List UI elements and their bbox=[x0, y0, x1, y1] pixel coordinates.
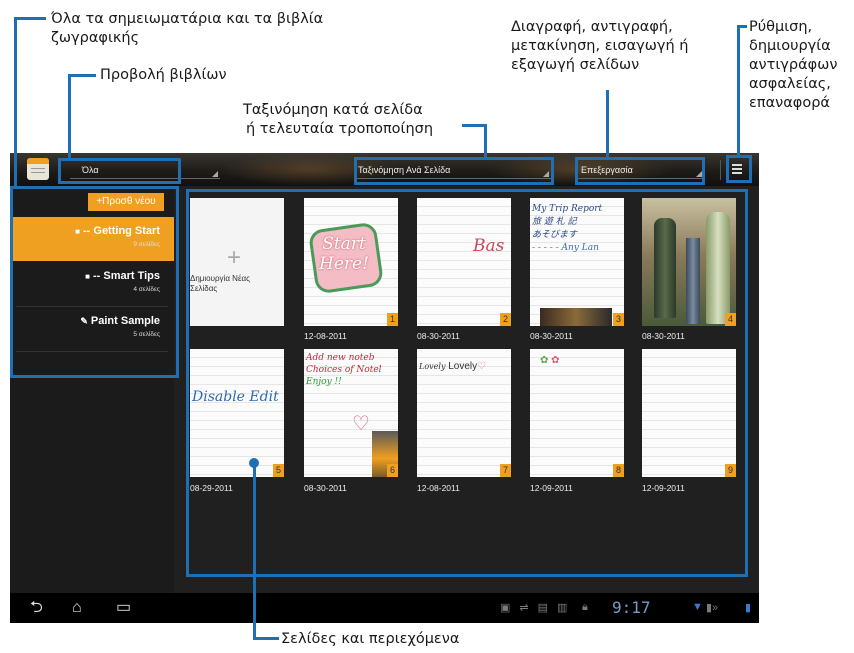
highlight-pages-grid bbox=[186, 189, 748, 577]
leader-line bbox=[462, 124, 487, 127]
lock-icon: 🔒︎ bbox=[582, 601, 588, 613]
recent-apps-icon[interactable]: ▭ bbox=[116, 598, 131, 618]
annotation-pages-content: Σελίδες και περιεχόμενα bbox=[281, 631, 460, 647]
highlight-book-filter bbox=[58, 158, 181, 184]
annotation-settings: Ρύθμιση, δημιουργία αντιγράφων ασφαλείας… bbox=[749, 19, 838, 111]
notification-icons: ▣⇌▤▥ bbox=[500, 602, 577, 614]
leader-line bbox=[253, 637, 279, 640]
annotation-edit-pages: Διαγραφή, αντιγραφή, μετακίνηση, εισαγωγ… bbox=[511, 19, 689, 73]
highlight-edit bbox=[575, 157, 705, 185]
wifi-icon: ▼ bbox=[692, 601, 703, 613]
leader-line bbox=[606, 90, 609, 158]
annotation-all-notebooks: Όλα τα σημειωματάρια και τα βιβλία ζωγρα… bbox=[51, 11, 324, 46]
leader-line bbox=[737, 25, 740, 156]
leader-line bbox=[253, 463, 256, 639]
leader-line bbox=[737, 25, 747, 28]
highlight-menu bbox=[726, 155, 752, 183]
system-navbar: ⮌ ⌂ ▭ ▣⇌▤▥ 🔒︎ 9:17 ▼ ▮» ▮ bbox=[10, 593, 759, 623]
leader-line bbox=[14, 17, 46, 20]
annotation-book-view: Προβολή βιβλίων bbox=[100, 67, 227, 83]
bar-divider bbox=[720, 160, 721, 180]
back-icon[interactable]: ⮌ bbox=[30, 598, 43, 618]
leader-line bbox=[14, 17, 17, 187]
leader-line bbox=[484, 124, 487, 158]
battery-icon: ▮ bbox=[745, 602, 752, 614]
dropdown-arrow-icon bbox=[212, 171, 218, 177]
home-icon[interactable]: ⌂ bbox=[72, 598, 82, 618]
highlight-sort bbox=[354, 157, 554, 185]
clock: 9:17 bbox=[612, 598, 651, 617]
signal-icon: ▮» bbox=[706, 602, 719, 614]
leader-line bbox=[68, 74, 71, 159]
highlight-sidebar bbox=[10, 186, 179, 378]
annotation-sort: Ταξινόμηση κατά σελίδα ή τελευταία τροπο… bbox=[243, 102, 434, 137]
leader-line bbox=[68, 74, 96, 77]
app-icon[interactable] bbox=[27, 158, 49, 180]
